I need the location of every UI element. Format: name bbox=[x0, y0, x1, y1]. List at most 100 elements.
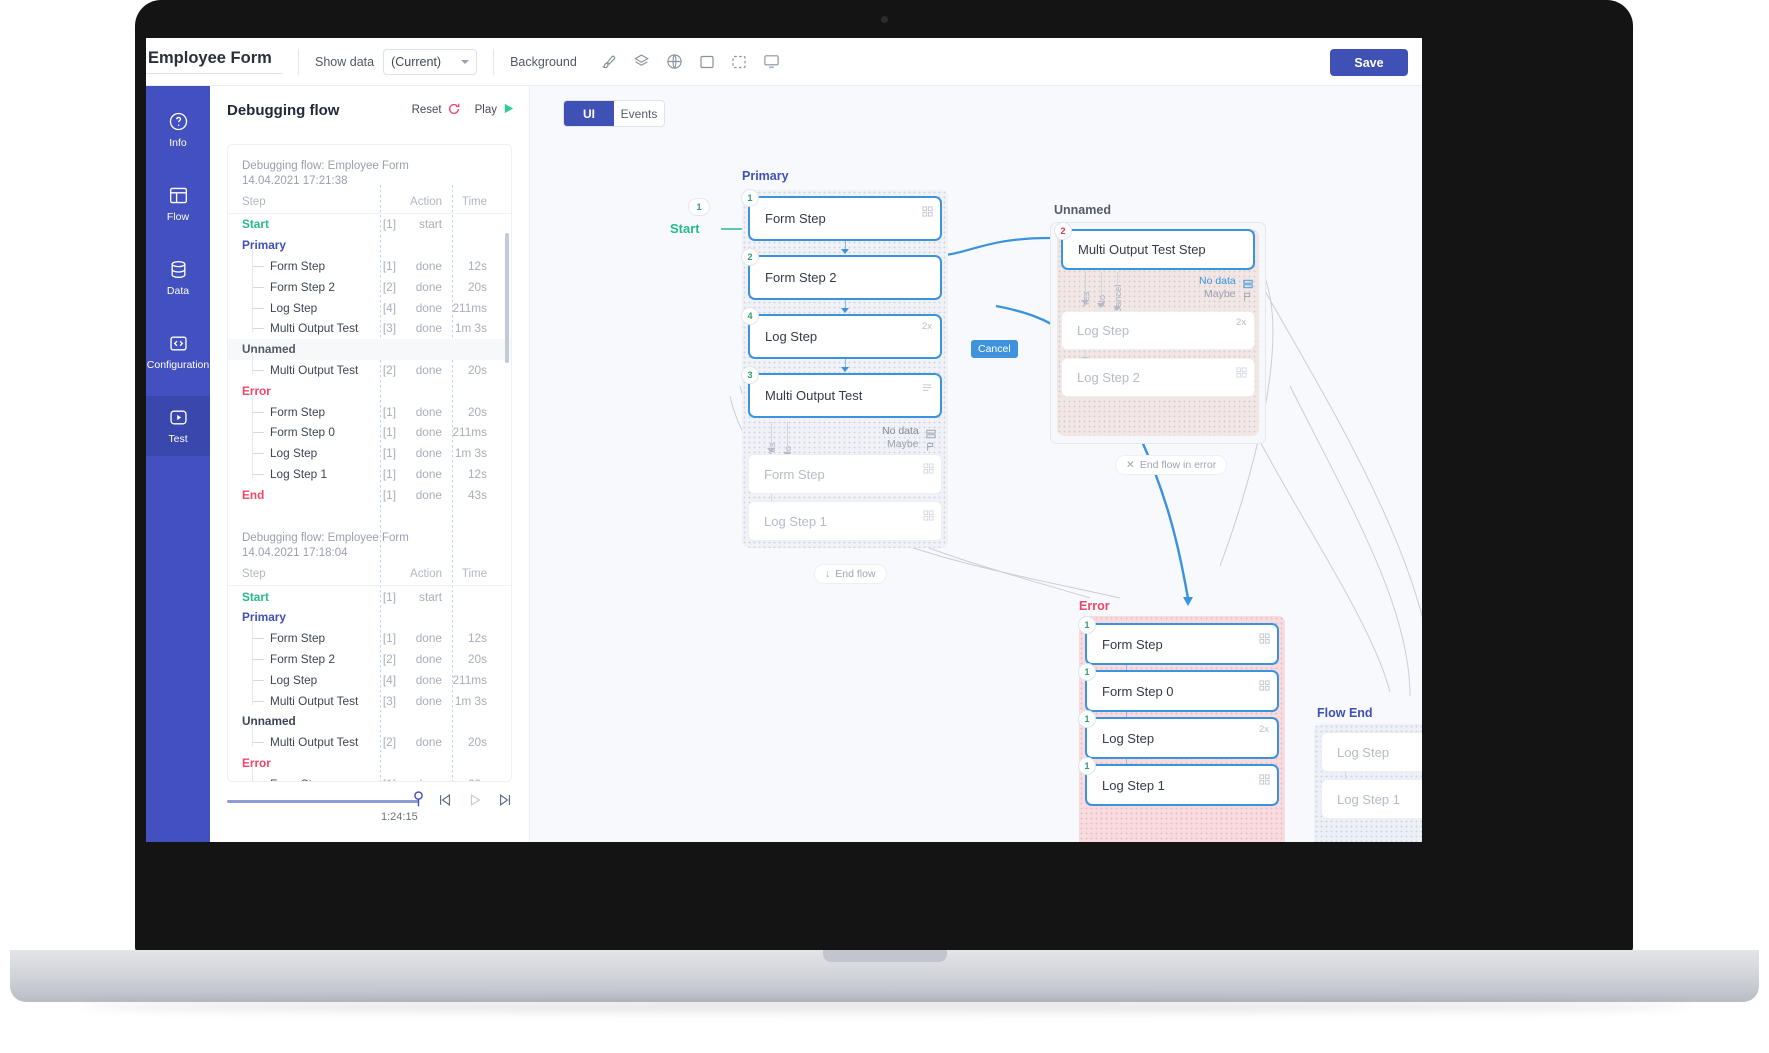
node-flowend-log-step[interactable]: Log Step 2x bbox=[1321, 732, 1422, 772]
table-row[interactable]: Unnamed bbox=[228, 338, 511, 360]
node-multi-output-test-step[interactable]: 2 Multi Output Test Step bbox=[1054, 222, 1255, 270]
cell-time: 12s bbox=[467, 258, 487, 273]
node-error-log-step-1[interactable]: 1 Log Step 1 bbox=[1078, 757, 1279, 806]
node-flowend-log-step-1[interactable]: Log Step 1 bbox=[1321, 779, 1422, 819]
table-row[interactable]: Form Step 0 [1] done 211ms bbox=[228, 414, 511, 443]
table-row[interactable]: Log Step 1 [1] done 12s bbox=[228, 455, 511, 485]
data-source-select[interactable]: (Current) bbox=[383, 48, 478, 75]
column-header-time: Time bbox=[461, 196, 487, 208]
node-log-step-1-ghost[interactable]: Log Step 1 bbox=[748, 501, 942, 541]
node-badge: 1 bbox=[1078, 710, 1096, 728]
play-button[interactable]: Play bbox=[475, 102, 515, 118]
globe-icon[interactable] bbox=[666, 53, 683, 70]
table-row[interactable]: Error bbox=[228, 380, 511, 401]
rail-item-data[interactable]: Data bbox=[146, 248, 210, 308]
reset-button[interactable]: Reset bbox=[412, 102, 461, 119]
table-row[interactable]: Log Step [4] done 211ms bbox=[228, 289, 511, 318]
play-icon[interactable] bbox=[467, 792, 483, 813]
webcam bbox=[881, 16, 888, 23]
table-row[interactable]: Form Step [1] done 12s bbox=[228, 620, 511, 649]
end-flow-pill[interactable]: ↓ End flow bbox=[814, 564, 887, 584]
laptop-base-lip bbox=[822, 950, 947, 962]
rail-item-configuration[interactable]: Configuration bbox=[146, 322, 210, 382]
node-form-step-ghost[interactable]: Form Step bbox=[748, 454, 942, 494]
node-label: Log Step bbox=[765, 329, 818, 344]
table-row[interactable]: Multi Output Test [3] done 1m 3s bbox=[228, 682, 511, 711]
node-badge: 3 bbox=[741, 366, 759, 384]
top-toolbar: Employee Form Show data (Current) Backgr… bbox=[146, 38, 1422, 86]
cell-index: [2] bbox=[382, 651, 396, 666]
table-row[interactable]: Form Step[1]done20s bbox=[228, 393, 511, 422]
cancel-chip[interactable]: Cancel bbox=[971, 340, 1018, 358]
node-log-step[interactable]: 4 Log Step 2x bbox=[741, 307, 942, 359]
node-log-step-ghost[interactable]: Log Step 2x bbox=[1061, 311, 1255, 350]
timeline-track[interactable] bbox=[227, 800, 419, 803]
timeline-controls bbox=[437, 792, 513, 813]
cell-step: Primary bbox=[242, 610, 286, 625]
table-row[interactable]: Log Step [1] done 1m 3s bbox=[228, 435, 511, 464]
cell-step: Form Step bbox=[228, 393, 370, 419]
node-form-step-2[interactable]: 2 Form Step 2 bbox=[741, 248, 942, 300]
node-form-step[interactable]: 1 Form Step bbox=[741, 189, 942, 241]
timeline-thumb[interactable] bbox=[413, 791, 424, 807]
screen-icon[interactable] bbox=[763, 53, 780, 70]
end-flow-error-label: End flow in error bbox=[1139, 459, 1217, 471]
database-icon bbox=[168, 259, 189, 280]
cell-action: done bbox=[415, 321, 442, 336]
brush-icon[interactable] bbox=[601, 54, 617, 70]
save-button[interactable]: Save bbox=[1330, 49, 1408, 76]
node-log-step-2-ghost[interactable]: Log Step 2 bbox=[1061, 358, 1255, 397]
cell-action: done bbox=[415, 362, 442, 377]
table-row[interactable]: Multi Output Test [3] done 1m 3s bbox=[228, 310, 511, 339]
rail-item-info[interactable]: Info bbox=[146, 100, 210, 160]
table-row[interactable]: Start [1] start bbox=[228, 586, 511, 607]
table-row[interactable]: Form Step 2 [2] done 20s bbox=[228, 640, 511, 670]
panel-scrollbar[interactable] bbox=[505, 233, 509, 363]
step-back-icon[interactable] bbox=[437, 792, 453, 813]
node-label: Form Step bbox=[765, 211, 826, 226]
cell-index: [3] bbox=[382, 693, 396, 708]
cell-time: 20s bbox=[467, 279, 487, 294]
laptop-shadow bbox=[80, 1000, 1689, 1012]
group-label-flow-end: Flow End bbox=[1317, 706, 1373, 720]
group-label-unnamed: Unnamed bbox=[1054, 203, 1111, 217]
cell-time: 211ms bbox=[452, 672, 487, 687]
rail-item-flow[interactable]: Flow bbox=[146, 174, 210, 234]
cell-time: 20s bbox=[467, 404, 487, 419]
run-title: Debugging flow: Employee Form 14.04.2021 … bbox=[242, 532, 409, 560]
cell-index: [1] bbox=[382, 217, 396, 232]
cell-step: Log Step bbox=[228, 289, 370, 315]
table-row[interactable]: Error bbox=[228, 753, 511, 774]
step-forward-icon[interactable] bbox=[497, 792, 513, 813]
cell-index: [4] bbox=[382, 300, 396, 315]
dashed-frame-icon[interactable] bbox=[731, 54, 747, 70]
table-row[interactable]: Form Step 2 [2] done 20s bbox=[228, 268, 511, 297]
table-row[interactable]: Log Step [4] done 211ms bbox=[228, 661, 511, 690]
cell-action: done bbox=[415, 631, 442, 646]
node-multi-output-test[interactable]: 3 Multi Output Test bbox=[741, 366, 942, 418]
frame-icon[interactable] bbox=[699, 54, 715, 70]
rail-item-test[interactable]: Test bbox=[146, 396, 210, 456]
node-error-form-step[interactable]: 1 Form Step bbox=[1078, 616, 1279, 665]
table-row[interactable]: Form Step[1]done20s bbox=[228, 765, 511, 781]
table-row[interactable]: Start [1] start bbox=[228, 214, 511, 235]
node-error-log-step[interactable]: 1 Log Step 2x bbox=[1078, 710, 1279, 759]
table-row[interactable]: Multi Output Test [2] done 20s bbox=[228, 351, 511, 381]
table-row[interactable]: Form Step [1] done 12s bbox=[228, 247, 511, 277]
branch-line bbox=[787, 422, 788, 454]
cell-index: [1] bbox=[382, 631, 396, 646]
layers-icon[interactable] bbox=[633, 53, 650, 70]
node-error-form-step-0[interactable]: 1 Form Step 0 bbox=[1078, 663, 1279, 712]
flow-canvas[interactable]: UI Events 1 Start Primary 1 Form Step 2 … bbox=[530, 86, 1422, 842]
end-flow-in-error-pill[interactable]: ✕ End flow in error bbox=[1115, 455, 1228, 475]
table-row[interactable]: Primary bbox=[228, 607, 511, 628]
node-label: Form Step bbox=[764, 466, 825, 482]
table-row[interactable]: Unnamed bbox=[228, 711, 511, 732]
debug-run-list[interactable]: Debugging flow: Employee Form 14.04.2021 … bbox=[227, 144, 512, 782]
code-icon bbox=[168, 333, 189, 354]
cell-step: End bbox=[242, 487, 265, 502]
table-row[interactable]: End [1] done 43s bbox=[228, 484, 511, 505]
table-row[interactable]: Multi Output Test [2] done 20s bbox=[228, 724, 511, 753]
table-row[interactable]: Primary bbox=[228, 235, 511, 256]
app-title: Employee Form bbox=[146, 49, 282, 74]
